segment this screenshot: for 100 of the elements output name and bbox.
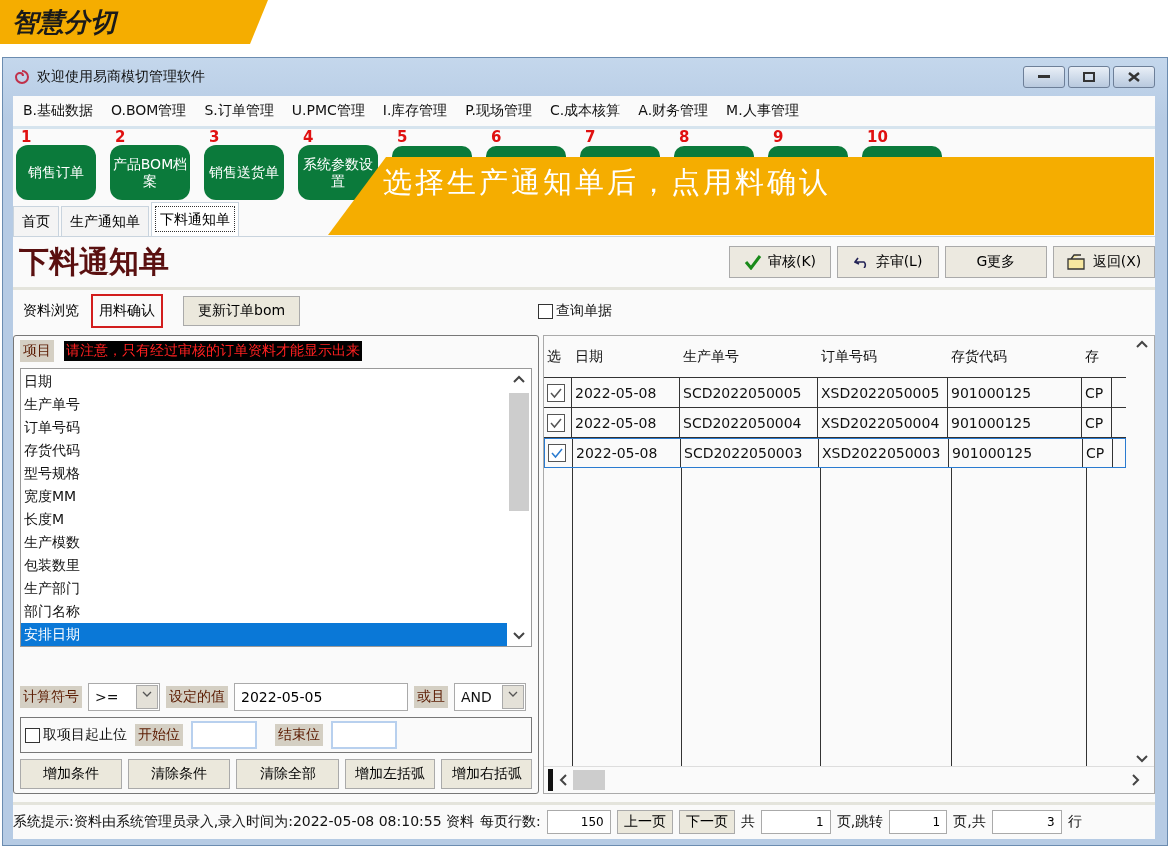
condition-button[interactable]: 增加右括弧	[441, 759, 532, 789]
minimize-icon	[1038, 75, 1050, 79]
chevron-right-icon[interactable]	[1132, 774, 1140, 786]
chevron-up-icon[interactable]	[1136, 340, 1148, 348]
list-item[interactable]: 生产单号	[21, 393, 507, 416]
condition-button[interactable]: 增加左括弧	[344, 759, 436, 789]
status-label: 行	[1067, 813, 1082, 831]
list-item[interactable]: 包装数里	[21, 554, 507, 577]
toolbar-button[interactable]	[674, 146, 754, 158]
list-item[interactable]: 存货代码	[21, 439, 507, 462]
column-header[interactable]: 存货代码	[948, 336, 1082, 377]
form-button[interactable]: 返回(X)	[1053, 246, 1155, 278]
column-header[interactable]: 订单号码	[818, 336, 948, 377]
table-cell: CP	[1082, 378, 1112, 407]
tab[interactable]: 下料通知单	[151, 202, 239, 236]
list-item[interactable]: 型号规格	[21, 462, 507, 485]
table-row[interactable]: 2022-05-08 SCD2022050004 XSD2022050004 901000125 CP	[544, 408, 1126, 438]
table-row[interactable]: 2022-05-08 SCD2022050003 XSD2022050003 901000125 CP	[544, 438, 1126, 468]
checkbox[interactable]	[548, 444, 566, 462]
menu-item[interactable]: U.PMC管理	[291, 102, 365, 120]
step-number: 8	[679, 129, 690, 145]
menu-item[interactable]: I.库存管理	[382, 102, 448, 120]
prev-page-button[interactable]: 上一页	[616, 810, 673, 834]
checkbox[interactable]	[547, 383, 565, 402]
list-item[interactable]: 日期	[21, 370, 507, 393]
table-cell: 2022-05-08	[573, 439, 681, 467]
step-number: 9	[773, 129, 784, 145]
scroll-thumb[interactable]	[573, 770, 605, 790]
toolbar-button[interactable]	[486, 146, 566, 158]
list-item[interactable]: 宽度MM	[21, 485, 507, 508]
tab[interactable]: 资料浏览	[19, 294, 83, 328]
range-checkbox[interactable]: 取项目起止位	[25, 726, 127, 744]
tab[interactable]: 用料确认	[91, 294, 163, 328]
query-checkbox[interactable]: 查询单据	[538, 302, 613, 320]
form-title: 下料通知单	[19, 242, 169, 281]
value-field[interactable]: 2022-05-05	[234, 683, 408, 711]
close-button[interactable]	[1113, 66, 1155, 88]
operator-dropdown[interactable]: >=	[88, 683, 160, 711]
tab[interactable]: 首页	[13, 206, 59, 236]
menu-item[interactable]: A.财务管理	[638, 102, 709, 120]
condition-button[interactable]: 清除全部	[236, 759, 339, 789]
end-field[interactable]	[331, 721, 397, 749]
menu-item[interactable]: B.基础数据	[23, 102, 94, 120]
update-bom-button[interactable]: 更新订单bom	[183, 296, 301, 326]
status-label: 共	[740, 813, 755, 831]
toolbar-button[interactable]	[580, 146, 660, 158]
table-cell: XSD2022050003	[819, 439, 949, 467]
table-cell: 2022-05-08	[572, 408, 680, 437]
form-button[interactable]: G更多	[945, 246, 1047, 278]
page-size-field[interactable]: 150	[546, 810, 611, 834]
list-item[interactable]: 部门名称	[21, 600, 507, 623]
menu-item[interactable]: P.现场管理	[465, 102, 533, 120]
next-page-button[interactable]: 下一页	[678, 810, 735, 834]
condition-button[interactable]: 清除条件	[128, 759, 231, 789]
maximize-button[interactable]	[1068, 66, 1110, 88]
toolbar-button[interactable]: 销售订单	[16, 145, 96, 200]
field-label: 结束位	[275, 724, 323, 746]
chevron-up-icon[interactable]	[513, 375, 525, 383]
checkbox[interactable]	[547, 413, 565, 432]
menu-item[interactable]: C.成本核算	[550, 102, 621, 120]
table-cell: SCD2022050004	[680, 408, 818, 437]
logic-dropdown[interactable]: AND	[454, 683, 526, 711]
folder-icon	[1066, 254, 1087, 270]
table-cell: 901000125	[948, 378, 1082, 407]
form-button[interactable]: 审核(K)	[729, 246, 831, 278]
total-rows-field[interactable]: 3	[991, 810, 1062, 834]
column-header[interactable]: 选	[544, 336, 572, 377]
step-number: 10	[867, 129, 888, 145]
chevron-left-icon[interactable]	[559, 774, 567, 786]
list-item[interactable]: 长度M	[21, 508, 507, 531]
list-item[interactable]: 生产部门	[21, 577, 507, 600]
toolbar-button[interactable]: 产品BOM档案	[110, 145, 190, 200]
jump-page-field[interactable]: 1	[889, 810, 948, 834]
warning-text: 请注意，只有经过审核的订单资料才能显示出来	[64, 341, 362, 361]
list-item[interactable]: 安排日期	[21, 623, 507, 646]
tab[interactable]: 生产通知单	[61, 206, 149, 236]
list-item[interactable]: 生产模数	[21, 531, 507, 554]
toolbar-button[interactable]	[768, 146, 848, 158]
chevron-down-icon[interactable]	[1136, 755, 1148, 763]
menu-item[interactable]: S.订单管理	[204, 102, 274, 120]
menu-item[interactable]: O.BOM管理	[111, 102, 187, 120]
toolbar-button[interactable]: 销售送货单	[204, 145, 284, 200]
minimize-button[interactable]	[1023, 66, 1065, 88]
column-header[interactable]: 生产单号	[680, 336, 818, 377]
status-label: 页,跳转	[836, 813, 884, 831]
table-row[interactable]: 2022-05-08 SCD2022050005 XSD2022050005 901000125 CP	[544, 378, 1126, 408]
start-field[interactable]	[191, 721, 257, 749]
toolbar-button[interactable]: 系统参数设置	[298, 145, 378, 200]
toolbar-button[interactable]	[392, 146, 472, 158]
column-header[interactable]: 日期	[572, 336, 680, 377]
list-item[interactable]: 订单号码	[21, 416, 507, 439]
condition-button[interactable]: 增加条件	[20, 759, 123, 789]
total-pages-field[interactable]: 1	[760, 810, 831, 834]
menu-item[interactable]: M.人事管理	[726, 102, 799, 120]
column-header[interactable]: 存	[1082, 336, 1112, 377]
scrollbar[interactable]	[544, 766, 1154, 793]
status-label: 每页行数:	[480, 813, 541, 831]
chevron-down-icon[interactable]	[513, 632, 525, 640]
toolbar-button[interactable]	[862, 146, 942, 158]
form-button[interactable]: 弃审(L)	[837, 246, 939, 278]
